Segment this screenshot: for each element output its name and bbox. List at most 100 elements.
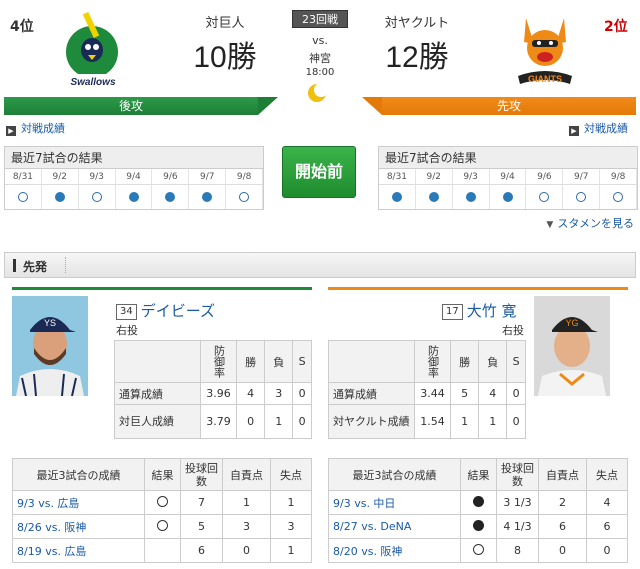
win-header: 勝 <box>235 340 266 383</box>
svg-text:YS: YS <box>44 318 56 328</box>
table-row: 8/26 vs. 阪神 5 3 3 <box>12 514 312 539</box>
opponent-link[interactable]: 8/20 vs. 阪神 <box>328 538 461 563</box>
stamen-link[interactable]: ▼ スタメンを見る <box>546 215 634 231</box>
recent7-date: 8/31 <box>379 169 416 184</box>
night-game-moon-icon <box>306 82 328 104</box>
ip-header: 投球回数 <box>496 458 539 491</box>
right-batting-bar: 先攻 <box>362 97 636 115</box>
row-label: 通算成績 <box>328 382 415 405</box>
row-label: 対ヤクルト成績 <box>328 404 415 439</box>
earned-runs: 6 <box>538 514 587 539</box>
result-cell <box>460 538 497 563</box>
opponent-link[interactable]: 8/26 vs. 阪神 <box>12 514 145 539</box>
recent7-date: 9/4 <box>116 169 153 184</box>
left-vs-label: 対巨人 <box>205 16 245 31</box>
right-pitcher-name-row[interactable]: 17 大竹 寛 <box>442 300 517 321</box>
recent7-result-cell <box>42 185 79 209</box>
saves: 0 <box>292 404 312 439</box>
wins: 5 <box>449 382 480 405</box>
runs-allowed: 6 <box>586 514 628 539</box>
result-cell <box>460 490 497 515</box>
win-circle-icon <box>473 543 484 555</box>
game-status-button[interactable]: 開始前 <box>282 146 356 198</box>
uniform-number: 34 <box>116 304 137 320</box>
wins: 4 <box>235 382 266 405</box>
left-record-label: 対戦成績 <box>21 122 65 135</box>
recent7-date: 9/2 <box>42 169 79 184</box>
loss-circle-icon <box>391 192 402 202</box>
recent7-results <box>379 185 638 209</box>
recent7-result-cell <box>600 185 638 209</box>
opponent-link[interactable]: 8/27 vs. DeNA <box>328 514 461 539</box>
loss-circle-icon <box>54 192 65 202</box>
recent7-date: 9/6 <box>152 169 190 184</box>
recent7-date: 9/8 <box>600 169 638 184</box>
right-team-line <box>328 287 628 290</box>
result-cell <box>144 538 181 563</box>
left-pitcher-name-row[interactable]: 34 デイビーズ <box>116 300 215 321</box>
recent3-title: 最近3試合の成績 <box>328 458 461 491</box>
left-pitcher-stats: 防御率 勝 負 S 通算成績 3.96 4 3 0 対巨人成績 3.79 0 1… <box>114 340 312 439</box>
left-wins: 10勝 <box>193 41 257 74</box>
er-header: 自責点 <box>222 458 271 491</box>
era: 3.96 <box>200 382 237 405</box>
recent7-result-cell <box>490 185 527 209</box>
saves: 0 <box>292 382 312 405</box>
result-cell <box>460 514 497 539</box>
era: 1.54 <box>414 404 451 439</box>
row-label: 対巨人成績 <box>114 404 201 439</box>
venue: 神宮 <box>309 52 331 65</box>
era: 3.79 <box>200 404 237 439</box>
right-pitcher-name: 大竹 寛 <box>466 302 517 320</box>
swallows-logo-text: Swallows <box>70 77 115 88</box>
wins: 1 <box>449 404 480 439</box>
recent7-result-cell <box>152 185 190 209</box>
left-batting-bar: 後攻 <box>4 97 278 115</box>
innings-pitched: 8 <box>496 538 539 563</box>
left-pitcher-recent3: 最近3試合の成績 結果 投球回数 自責点 失点 9/3 vs. 広島 7 1 1 8/2… <box>12 458 312 563</box>
recent7-title: 最近7試合の結果 <box>5 147 263 169</box>
play-icon: ▶ <box>569 126 579 136</box>
result-header: 結果 <box>460 458 497 491</box>
vs-text: vs. <box>312 34 328 47</box>
opponent-link[interactable]: 8/19 vs. 広島 <box>12 538 145 563</box>
recent7-result-cell <box>5 185 42 209</box>
win-circle-icon <box>539 192 550 202</box>
loss-circle-icon <box>473 519 484 531</box>
giants-logo-text: GIANTS <box>528 74 562 84</box>
recent7-result-cell <box>453 185 490 209</box>
loss-circle-icon <box>502 192 513 202</box>
losses: 4 <box>478 382 508 405</box>
left-record-link[interactable]: ▶ 対戦成績 <box>6 120 65 136</box>
right-wins: 12勝 <box>385 41 449 74</box>
earned-runs: 1 <box>222 490 271 515</box>
recent7-date: 9/6 <box>526 169 564 184</box>
opponent-link[interactable]: 9/3 vs. 中日 <box>328 490 461 515</box>
runs-allowed: 1 <box>270 538 312 563</box>
result-header: 結果 <box>144 458 181 491</box>
svg-text:YG: YG <box>565 318 578 328</box>
runs-allowed: 4 <box>586 490 628 515</box>
right-team-rank: 2位 <box>604 19 628 35</box>
saves: 0 <box>506 382 526 405</box>
table-row: 9/3 vs. 中日 3 1/3 2 4 <box>328 490 628 515</box>
right-pitcher-recent3: 最近3試合の成績 結果 投球回数 自責点 失点 9/3 vs. 中日 3 1/3 2… <box>328 458 628 563</box>
stamen-label: スタメンを見る <box>557 217 634 230</box>
recent7-date: 9/3 <box>453 169 490 184</box>
losses: 1 <box>478 404 508 439</box>
runs-header: 失点 <box>586 458 628 491</box>
recent7-result-cell <box>79 185 116 209</box>
right-record-link[interactable]: ▶ 対戦成績 <box>569 120 628 136</box>
recent7-date: 9/7 <box>189 169 227 184</box>
innings-pitched: 6 <box>180 538 223 563</box>
losses: 3 <box>264 382 294 405</box>
era-header: 防御率 <box>414 340 451 383</box>
recent7-date: 9/3 <box>79 169 116 184</box>
opponent-link[interactable]: 9/3 vs. 広島 <box>12 490 145 515</box>
losses: 1 <box>264 404 294 439</box>
loss-circle-icon <box>165 192 176 202</box>
earned-runs: 0 <box>538 538 587 563</box>
uniform-number: 17 <box>442 304 463 320</box>
recent7-result-cell <box>526 185 564 209</box>
recent7-results <box>5 185 264 209</box>
